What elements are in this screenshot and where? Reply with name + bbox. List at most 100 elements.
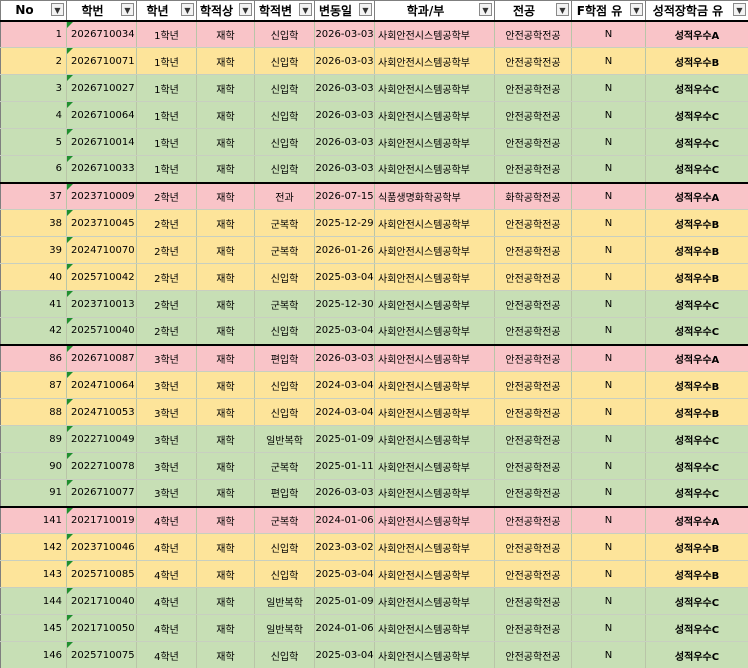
cell-major[interactable]: 안전공학전공: [494, 533, 572, 561]
cell-f-grade[interactable]: N: [571, 614, 646, 642]
filter-dropdown-icon[interactable]: ▼: [479, 3, 492, 16]
cell-change-date[interactable]: 2025-03-04: [314, 263, 375, 291]
cell-enroll-change[interactable]: 신입학: [254, 101, 315, 129]
cell-scholarship[interactable]: 성적우수C: [645, 290, 748, 318]
cell-scholarship[interactable]: 성적우수A: [645, 505, 748, 534]
cell-grade[interactable]: 1학년: [136, 101, 197, 129]
cell-student-id[interactable]: 2026710064: [66, 101, 137, 129]
cell-enroll-change[interactable]: 신입학: [254, 317, 315, 345]
cell-student-id[interactable]: 2026710077: [66, 479, 137, 507]
cell-scholarship[interactable]: 성적우수C: [645, 641, 748, 668]
cell-change-date[interactable]: 2025-01-09: [314, 425, 375, 453]
cell-no[interactable]: 39: [0, 236, 67, 264]
cell-scholarship[interactable]: 성적우수A: [645, 19, 748, 48]
cell-scholarship[interactable]: 성적우수C: [645, 479, 748, 507]
cell-f-grade[interactable]: N: [571, 505, 646, 534]
filter-dropdown-icon[interactable]: ▼: [733, 3, 746, 16]
cell-no[interactable]: 141: [0, 505, 67, 534]
cell-scholarship[interactable]: 성적우수A: [645, 181, 748, 210]
cell-scholarship[interactable]: 성적우수B: [645, 263, 748, 291]
cell-major[interactable]: 안전공학전공: [494, 317, 572, 345]
cell-department[interactable]: 사회안전시스템공학부: [374, 479, 495, 507]
cell-change-date[interactable]: 2024-03-04: [314, 398, 375, 426]
cell-grade[interactable]: 3학년: [136, 479, 197, 507]
cell-enroll-change[interactable]: 일반복학: [254, 614, 315, 642]
cell-no[interactable]: 2: [0, 47, 67, 75]
cell-enroll-change[interactable]: 신입학: [254, 641, 315, 668]
cell-scholarship[interactable]: 성적우수B: [645, 236, 748, 264]
cell-grade[interactable]: 4학년: [136, 614, 197, 642]
cell-change-date[interactable]: 2026-03-03: [314, 343, 375, 372]
cell-f-grade[interactable]: N: [571, 398, 646, 426]
cell-enroll-status[interactable]: 재학: [196, 560, 255, 588]
cell-enroll-status[interactable]: 재학: [196, 155, 255, 183]
cell-scholarship[interactable]: 성적우수C: [645, 425, 748, 453]
cell-major[interactable]: 안전공학전공: [494, 371, 572, 399]
cell-scholarship[interactable]: 성적우수C: [645, 614, 748, 642]
cell-enroll-status[interactable]: 재학: [196, 641, 255, 668]
cell-change-date[interactable]: 2024-01-06: [314, 505, 375, 534]
cell-department[interactable]: 사회안전시스템공학부: [374, 101, 495, 129]
cell-department[interactable]: 사회안전시스템공학부: [374, 533, 495, 561]
cell-enroll-status[interactable]: 재학: [196, 452, 255, 480]
filter-dropdown-icon[interactable]: ▼: [121, 3, 134, 16]
cell-change-date[interactable]: 2024-01-06: [314, 614, 375, 642]
cell-enroll-status[interactable]: 재학: [196, 236, 255, 264]
cell-f-grade[interactable]: N: [571, 236, 646, 264]
cell-major[interactable]: 안전공학전공: [494, 343, 572, 372]
cell-scholarship[interactable]: 성적우수A: [645, 343, 748, 372]
cell-scholarship[interactable]: 성적우수B: [645, 560, 748, 588]
cell-department[interactable]: 사회안전시스템공학부: [374, 343, 495, 372]
cell-no[interactable]: 91: [0, 479, 67, 507]
cell-major[interactable]: 안전공학전공: [494, 505, 572, 534]
cell-no[interactable]: 87: [0, 371, 67, 399]
cell-grade[interactable]: 2학년: [136, 263, 197, 291]
cell-no[interactable]: 86: [0, 343, 67, 372]
cell-department[interactable]: 사회안전시스템공학부: [374, 47, 495, 75]
cell-f-grade[interactable]: N: [571, 533, 646, 561]
cell-grade[interactable]: 4학년: [136, 505, 197, 534]
cell-grade[interactable]: 3학년: [136, 371, 197, 399]
cell-enroll-status[interactable]: 재학: [196, 317, 255, 345]
cell-department[interactable]: 사회안전시스템공학부: [374, 641, 495, 668]
cell-student-id[interactable]: 2026710014: [66, 128, 137, 156]
cell-f-grade[interactable]: N: [571, 290, 646, 318]
cell-grade[interactable]: 4학년: [136, 587, 197, 615]
cell-scholarship[interactable]: 성적우수C: [645, 128, 748, 156]
cell-grade[interactable]: 2학년: [136, 209, 197, 237]
cell-change-date[interactable]: 2024-03-04: [314, 371, 375, 399]
cell-grade[interactable]: 2학년: [136, 181, 197, 210]
cell-grade[interactable]: 1학년: [136, 19, 197, 48]
cell-department[interactable]: 사회안전시스템공학부: [374, 263, 495, 291]
filter-dropdown-icon[interactable]: ▼: [181, 3, 194, 16]
cell-enroll-change[interactable]: 신입학: [254, 47, 315, 75]
cell-change-date[interactable]: 2026-01-26: [314, 236, 375, 264]
cell-student-id[interactable]: 2024710070: [66, 236, 137, 264]
cell-enroll-change[interactable]: 군복학: [254, 209, 315, 237]
cell-student-id[interactable]: 2026710071: [66, 47, 137, 75]
cell-grade[interactable]: 1학년: [136, 155, 197, 183]
cell-no[interactable]: 40: [0, 263, 67, 291]
cell-student-id[interactable]: 2025710085: [66, 560, 137, 588]
cell-f-grade[interactable]: N: [571, 101, 646, 129]
cell-grade[interactable]: 2학년: [136, 317, 197, 345]
cell-student-id[interactable]: 2023710046: [66, 533, 137, 561]
cell-enroll-status[interactable]: 재학: [196, 181, 255, 210]
cell-f-grade[interactable]: N: [571, 155, 646, 183]
cell-f-grade[interactable]: N: [571, 47, 646, 75]
cell-major[interactable]: 안전공학전공: [494, 290, 572, 318]
cell-enroll-change[interactable]: 신입학: [254, 19, 315, 48]
cell-enroll-change[interactable]: 일반복학: [254, 425, 315, 453]
cell-change-date[interactable]: 2023-03-02: [314, 533, 375, 561]
cell-change-date[interactable]: 2026-03-03: [314, 128, 375, 156]
cell-enroll-status[interactable]: 재학: [196, 398, 255, 426]
cell-major[interactable]: 안전공학전공: [494, 236, 572, 264]
cell-major[interactable]: 안전공학전공: [494, 263, 572, 291]
cell-scholarship[interactable]: 성적우수B: [645, 398, 748, 426]
cell-f-grade[interactable]: N: [571, 317, 646, 345]
cell-enroll-change[interactable]: 전과: [254, 181, 315, 210]
cell-scholarship[interactable]: 성적우수B: [645, 47, 748, 75]
cell-f-grade[interactable]: N: [571, 19, 646, 48]
filter-dropdown-icon[interactable]: ▼: [239, 3, 252, 16]
cell-major[interactable]: 안전공학전공: [494, 155, 572, 183]
